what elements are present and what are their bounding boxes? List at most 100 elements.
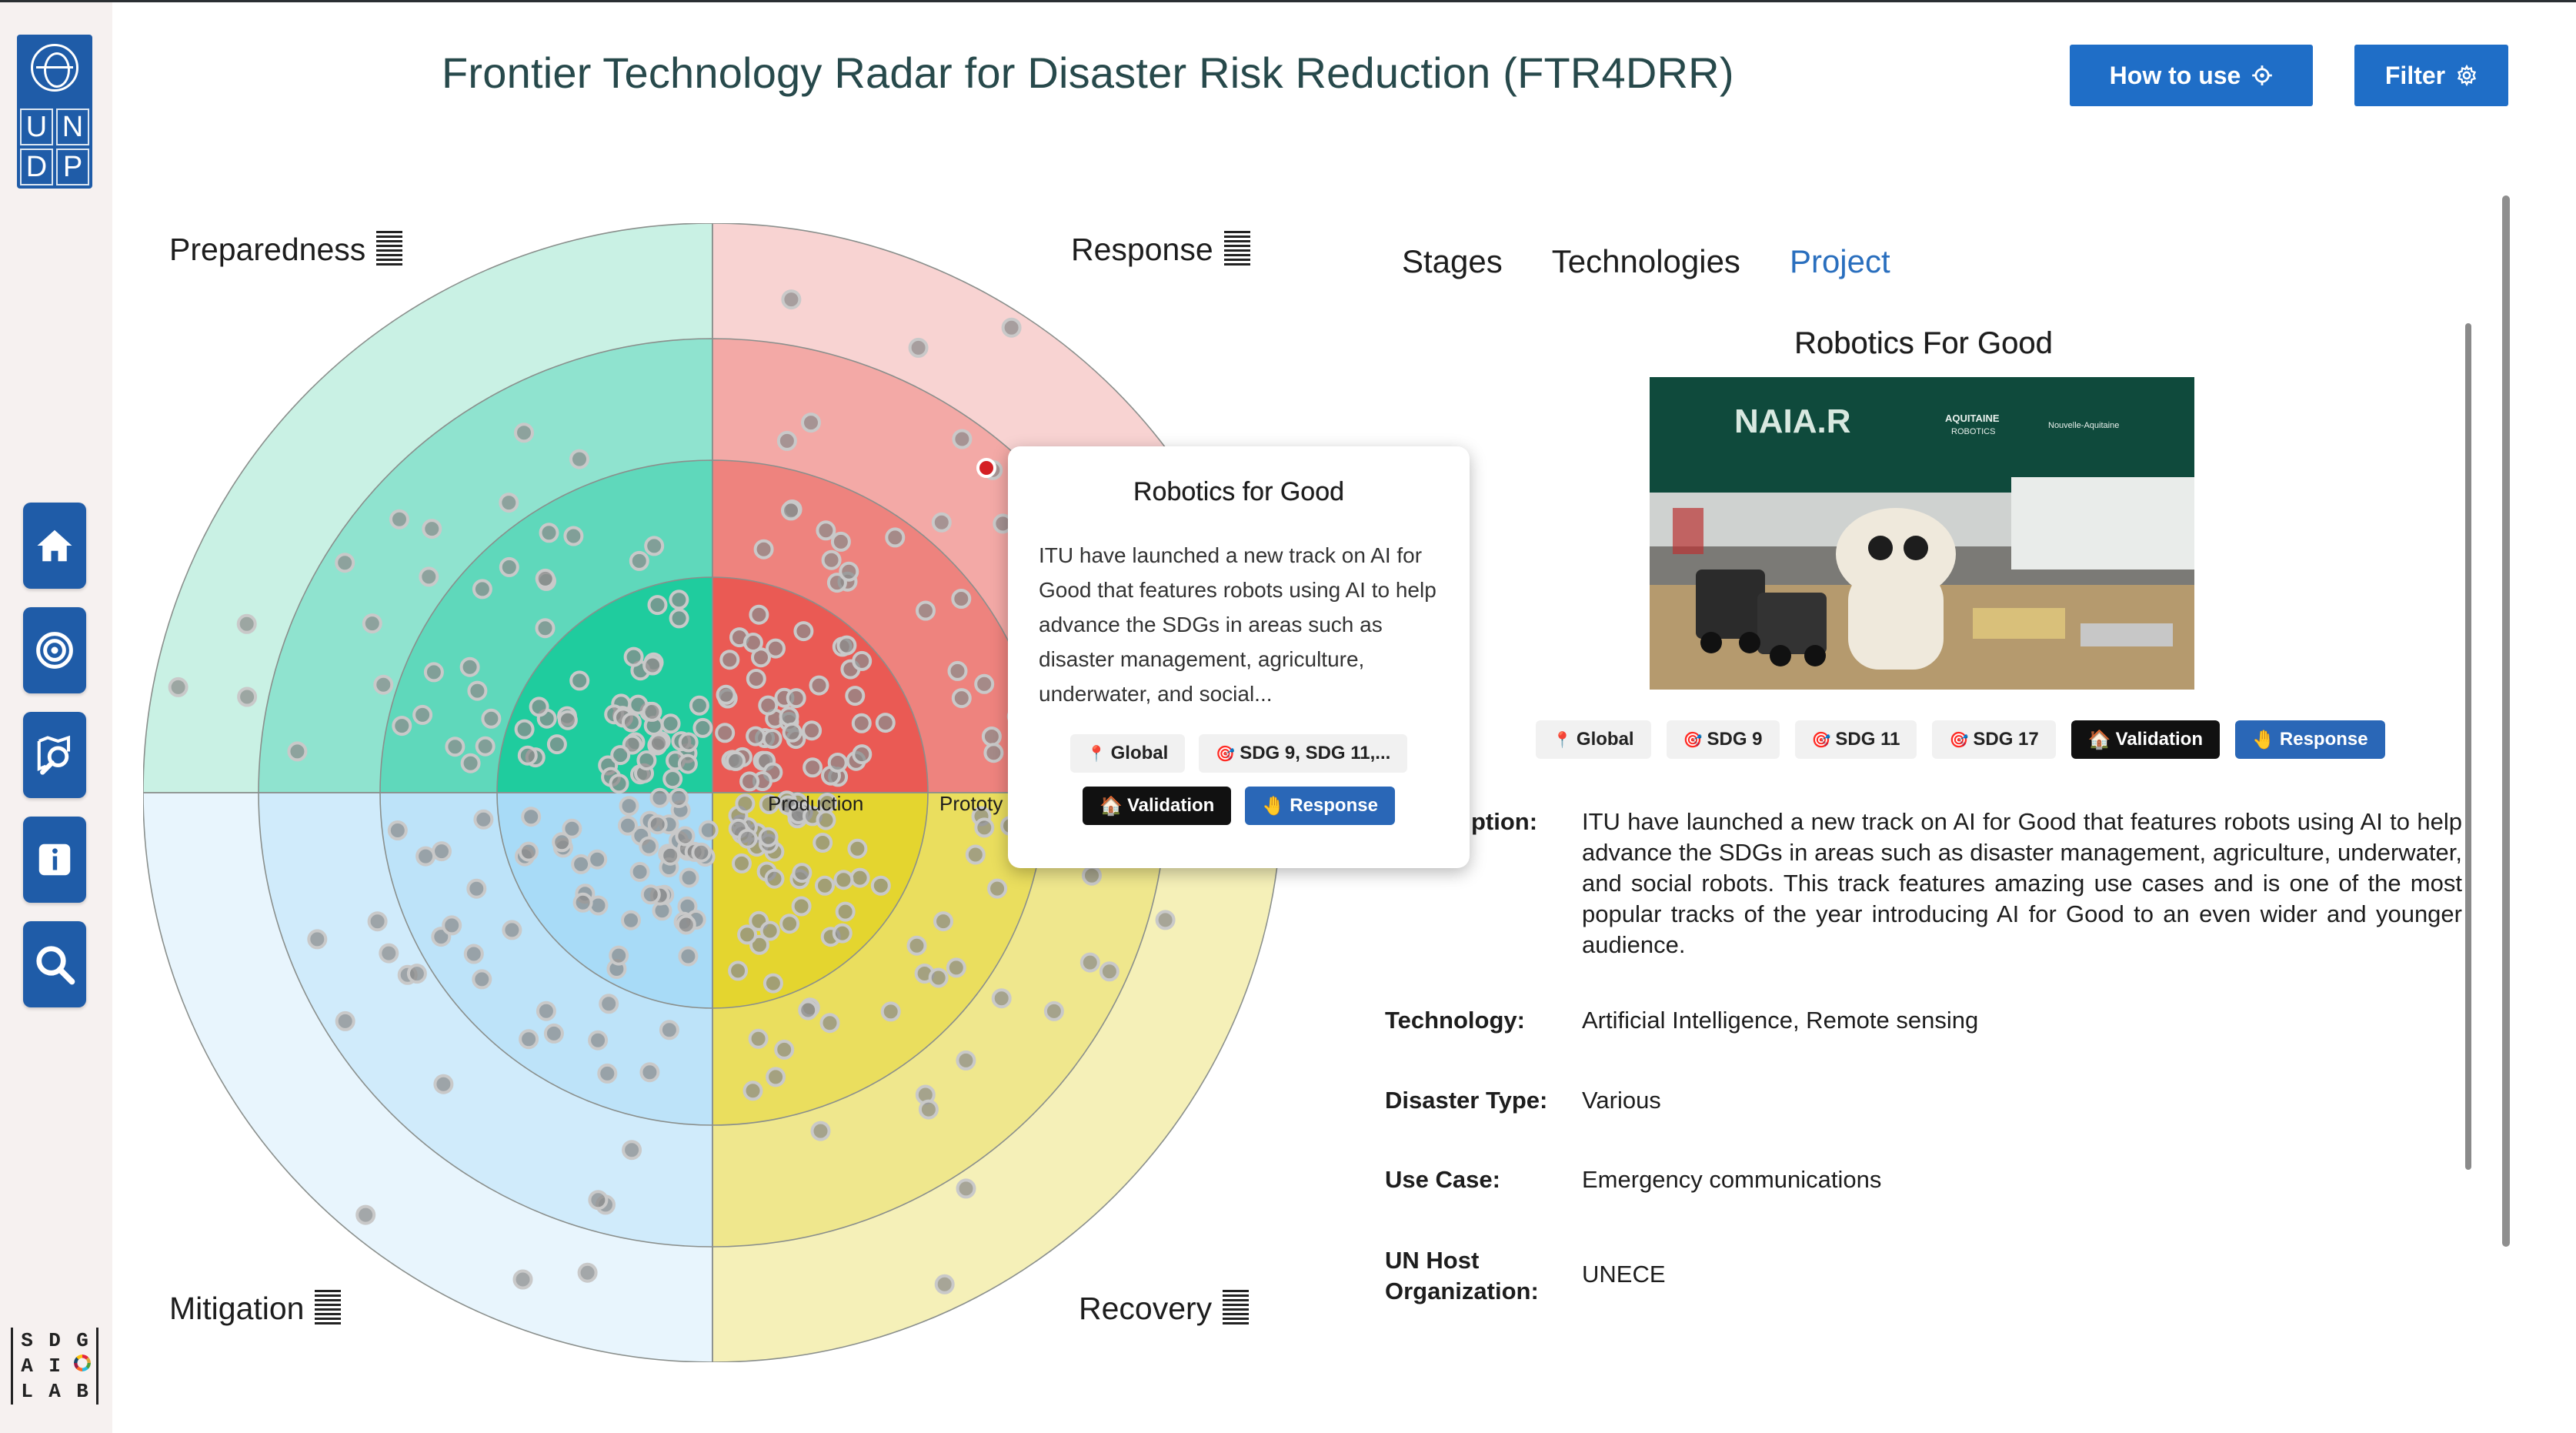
tag-location[interactable]: 📍 Global bbox=[1069, 734, 1186, 773]
technology-dot[interactable] bbox=[521, 807, 542, 827]
technology-dot[interactable] bbox=[621, 910, 641, 930]
technology-dot[interactable] bbox=[419, 566, 439, 587]
tag-phase[interactable]: 🤚 Response bbox=[2235, 720, 2385, 759]
technology-dot[interactable] bbox=[728, 960, 749, 981]
technology-dot[interactable] bbox=[719, 650, 740, 670]
technology-dot[interactable] bbox=[758, 827, 779, 847]
technology-dot[interactable] bbox=[792, 863, 813, 884]
technology-dot[interactable] bbox=[629, 861, 650, 882]
technology-dot[interactable] bbox=[908, 337, 929, 358]
technology-dot[interactable] bbox=[609, 945, 629, 966]
tag-phase[interactable]: 🤚 Response bbox=[1245, 787, 1395, 825]
technology-dot[interactable] bbox=[1079, 952, 1100, 973]
technology-dot[interactable] bbox=[642, 655, 663, 676]
technology-dot[interactable] bbox=[819, 1013, 840, 1034]
technology-dot[interactable] bbox=[813, 833, 833, 853]
technology-dot[interactable] bbox=[746, 669, 766, 689]
technology-dot[interactable] bbox=[669, 590, 689, 610]
tag-location[interactable]: 📍 Global bbox=[1536, 720, 1651, 759]
technology-dot[interactable] bbox=[779, 706, 799, 727]
sidebar-item-radar[interactable] bbox=[23, 607, 86, 693]
technology-dot[interactable] bbox=[852, 744, 873, 765]
technology-dot[interactable] bbox=[880, 1001, 901, 1022]
technology-dot[interactable] bbox=[827, 753, 848, 773]
technology-dot[interactable] bbox=[737, 828, 758, 849]
technology-dot[interactable] bbox=[1082, 865, 1102, 886]
technology-dot[interactable] bbox=[766, 638, 786, 659]
technology-dot[interactable] bbox=[392, 716, 412, 737]
technology-dot[interactable] bbox=[965, 844, 986, 865]
technology-dot[interactable] bbox=[539, 523, 559, 543]
technology-dot[interactable] bbox=[742, 1081, 763, 1101]
tag-stage[interactable]: 🏠 Validation bbox=[2070, 720, 2220, 759]
technology-dot[interactable] bbox=[644, 536, 665, 556]
technology-dot[interactable] bbox=[737, 924, 758, 945]
technology-dot[interactable] bbox=[362, 613, 382, 634]
technology-dot[interactable] bbox=[815, 875, 835, 896]
technology-dot[interactable] bbox=[870, 875, 891, 896]
technology-dot[interactable] bbox=[459, 656, 480, 677]
technology-dot[interactable] bbox=[716, 684, 736, 705]
technology-dot[interactable] bbox=[845, 686, 866, 706]
technology-dot[interactable] bbox=[514, 719, 535, 740]
technology-dot[interactable] bbox=[577, 1262, 598, 1283]
sdg-ai-lab-logo[interactable]: S D G A I L A B bbox=[11, 1328, 98, 1405]
technology-dot[interactable] bbox=[642, 701, 662, 722]
sidebar-item-explore[interactable] bbox=[23, 712, 86, 798]
technology-dot[interactable] bbox=[307, 929, 328, 950]
technology-dot[interactable] bbox=[987, 878, 1008, 899]
technology-dot[interactable] bbox=[543, 1023, 564, 1044]
technology-dot[interactable] bbox=[679, 867, 699, 888]
technology-dot[interactable] bbox=[832, 923, 853, 944]
technology-dot[interactable] bbox=[928, 967, 949, 988]
technology-dot[interactable] bbox=[739, 771, 760, 792]
technology-dot[interactable] bbox=[793, 621, 814, 642]
technology-dot[interactable] bbox=[660, 713, 681, 734]
technology-dot[interactable] bbox=[991, 988, 1012, 1009]
technology-dot[interactable] bbox=[732, 853, 752, 873]
technology-dot[interactable] bbox=[974, 673, 995, 694]
technology-dot[interactable] bbox=[623, 646, 644, 667]
technology-dot[interactable] bbox=[569, 670, 590, 691]
technology-dot[interactable] bbox=[557, 710, 578, 730]
technology-dot[interactable] bbox=[335, 1010, 355, 1031]
technology-dot[interactable] bbox=[647, 595, 668, 616]
technology-dot[interactable] bbox=[610, 745, 631, 766]
technology-dot[interactable] bbox=[802, 720, 823, 741]
technology-dot[interactable] bbox=[463, 944, 484, 964]
technology-dot[interactable] bbox=[946, 957, 966, 978]
technology-dot[interactable] bbox=[442, 915, 462, 936]
technology-dot[interactable] bbox=[389, 509, 409, 529]
technology-dot[interactable] bbox=[852, 650, 873, 671]
tab-stages[interactable]: Stages bbox=[1402, 243, 1503, 280]
technology-dot[interactable] bbox=[367, 911, 388, 932]
technology-dot[interactable] bbox=[472, 969, 492, 990]
technology-dot[interactable] bbox=[1099, 961, 1119, 982]
technology-dot[interactable] bbox=[675, 826, 696, 847]
technology-dot[interactable] bbox=[762, 729, 782, 749]
technology-dot[interactable] bbox=[563, 526, 584, 546]
technology-dot[interactable] bbox=[387, 820, 408, 840]
technology-dot[interactable] bbox=[810, 1121, 831, 1141]
technology-dot[interactable] bbox=[237, 686, 258, 707]
technology-dot[interactable] bbox=[640, 884, 661, 905]
technology-dot[interactable] bbox=[1043, 1000, 1064, 1021]
technology-dot[interactable] bbox=[546, 734, 567, 755]
technology-dot[interactable] bbox=[791, 896, 812, 917]
technology-dot[interactable] bbox=[622, 1140, 642, 1161]
technology-dot[interactable] bbox=[835, 901, 856, 922]
technology-dot[interactable] bbox=[662, 769, 683, 790]
technology-dot[interactable] bbox=[432, 841, 452, 862]
technology-dot[interactable] bbox=[517, 745, 538, 766]
technology-dot[interactable] bbox=[801, 413, 821, 433]
technology-dot[interactable] bbox=[572, 892, 593, 913]
technology-dot[interactable] bbox=[833, 870, 854, 890]
technology-dot[interactable] bbox=[335, 553, 355, 573]
technology-dot[interactable] bbox=[599, 994, 619, 1014]
technology-dot[interactable] bbox=[552, 832, 572, 853]
technology-dot[interactable] bbox=[947, 660, 968, 681]
technology-dot[interactable] bbox=[1155, 910, 1176, 930]
technology-dot[interactable] bbox=[636, 750, 657, 770]
technology-dot[interactable] bbox=[748, 1028, 769, 1049]
technology-dot[interactable] bbox=[875, 713, 896, 733]
